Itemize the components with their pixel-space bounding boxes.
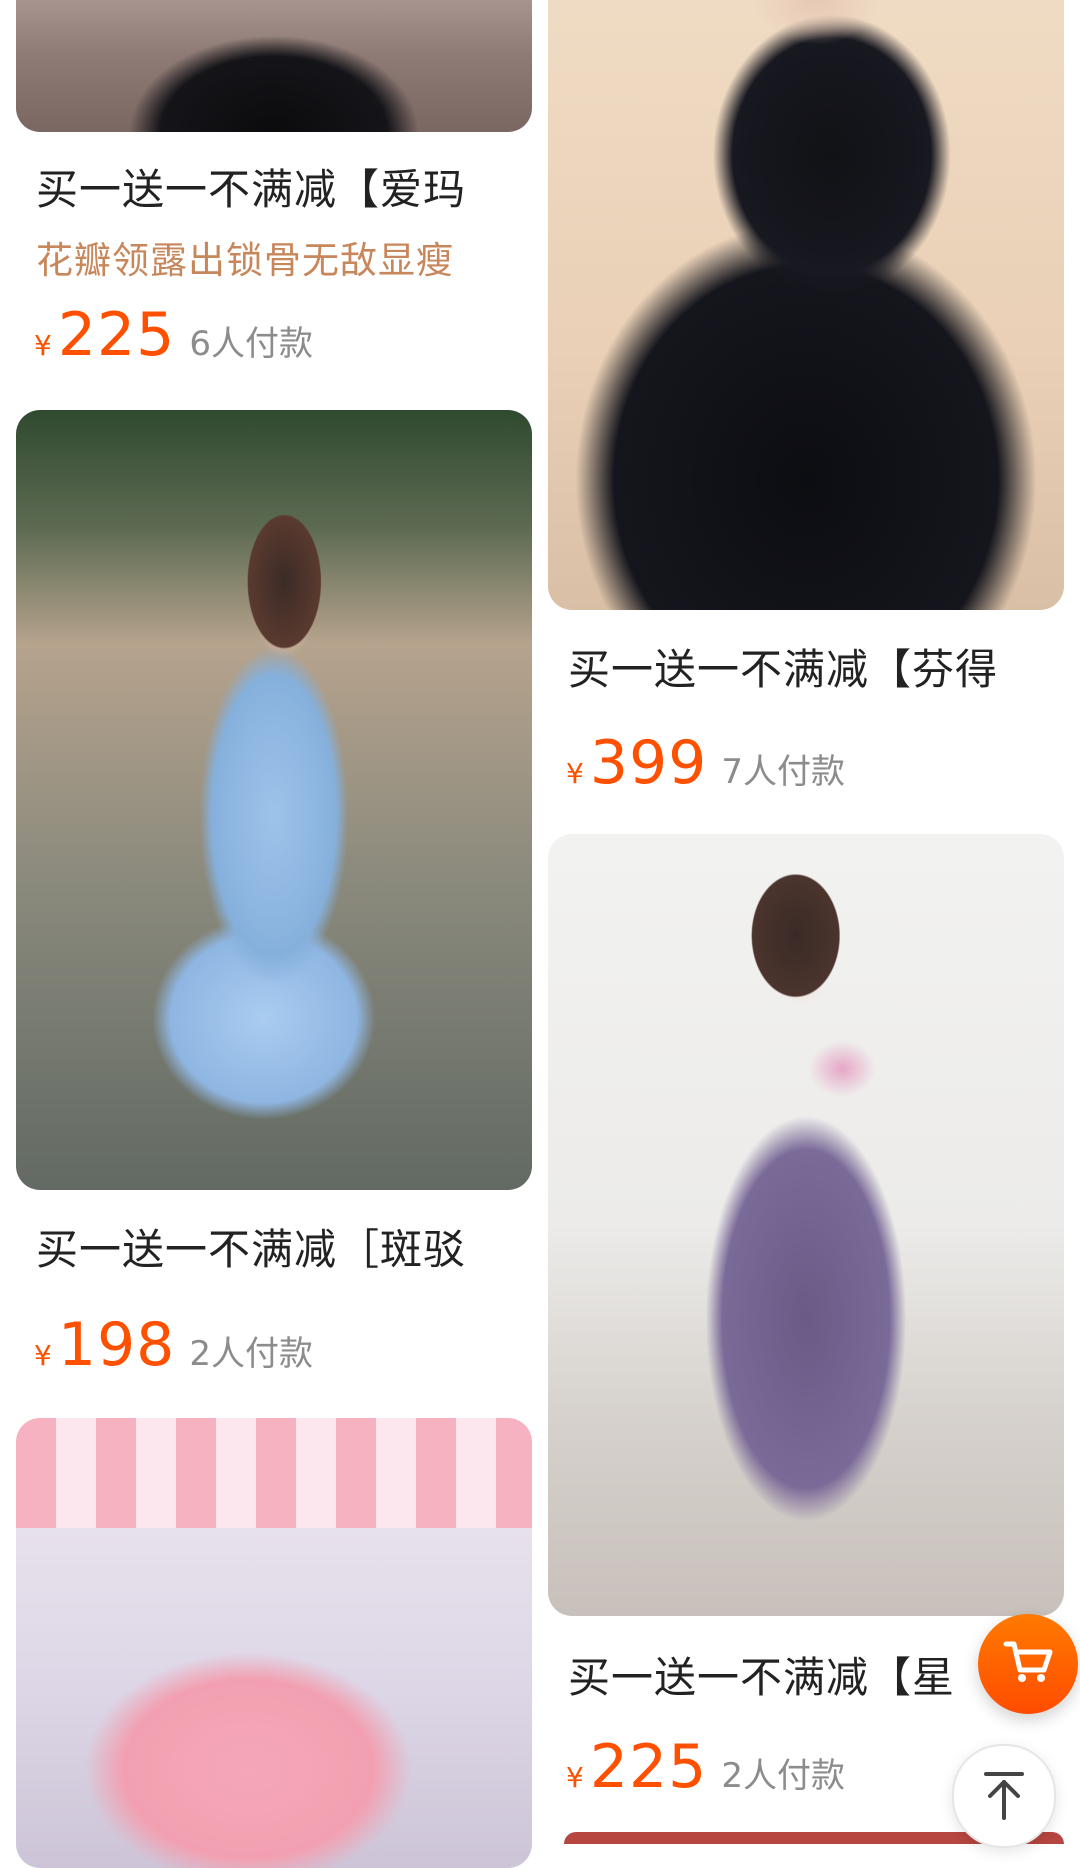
product-image[interactable] <box>16 1418 532 1868</box>
price-row: ¥ 225 6人付款 <box>34 300 313 370</box>
price: 399 <box>589 728 708 798</box>
back-to-top-button[interactable] <box>952 1744 1056 1848</box>
product-image[interactable] <box>16 0 532 132</box>
currency-symbol: ¥ <box>34 1339 52 1372</box>
buyer-count: 2人付款 <box>189 1334 313 1374</box>
currency-symbol: ¥ <box>566 1761 584 1794</box>
price-row: ¥ 225 2人付款 <box>566 1732 845 1802</box>
price: 225 <box>57 300 176 370</box>
product-image[interactable] <box>16 410 532 1190</box>
product-title[interactable]: 买一送一不满减【星 <box>568 1644 968 1705</box>
price-row: ¥ 399 7人付款 <box>566 728 845 798</box>
buyer-count: 7人付款 <box>721 752 845 792</box>
currency-symbol: ¥ <box>566 757 584 790</box>
buyer-count: 6人付款 <box>189 324 313 364</box>
arrow-up-icon <box>974 1764 1034 1828</box>
price: 198 <box>57 1310 176 1380</box>
price-row: ¥ 198 2人付款 <box>34 1310 313 1380</box>
shopping-cart-icon <box>1000 1634 1056 1694</box>
price: 225 <box>589 1732 708 1802</box>
product-title[interactable]: 买一送一不满减［斑驳 <box>36 1216 516 1277</box>
product-image[interactable] <box>548 834 1064 1616</box>
product-subtitle: 花瓣领露出锁骨无敌显瘦 <box>36 239 454 282</box>
cart-button[interactable] <box>978 1614 1078 1714</box>
product-title[interactable]: 买一送一不满减【爱玛 <box>36 156 516 217</box>
product-image[interactable] <box>548 0 1064 610</box>
product-title[interactable]: 买一送一不满减【芬得 <box>568 636 1048 697</box>
currency-symbol: ¥ <box>34 329 52 362</box>
buyer-count: 2人付款 <box>721 1756 845 1796</box>
